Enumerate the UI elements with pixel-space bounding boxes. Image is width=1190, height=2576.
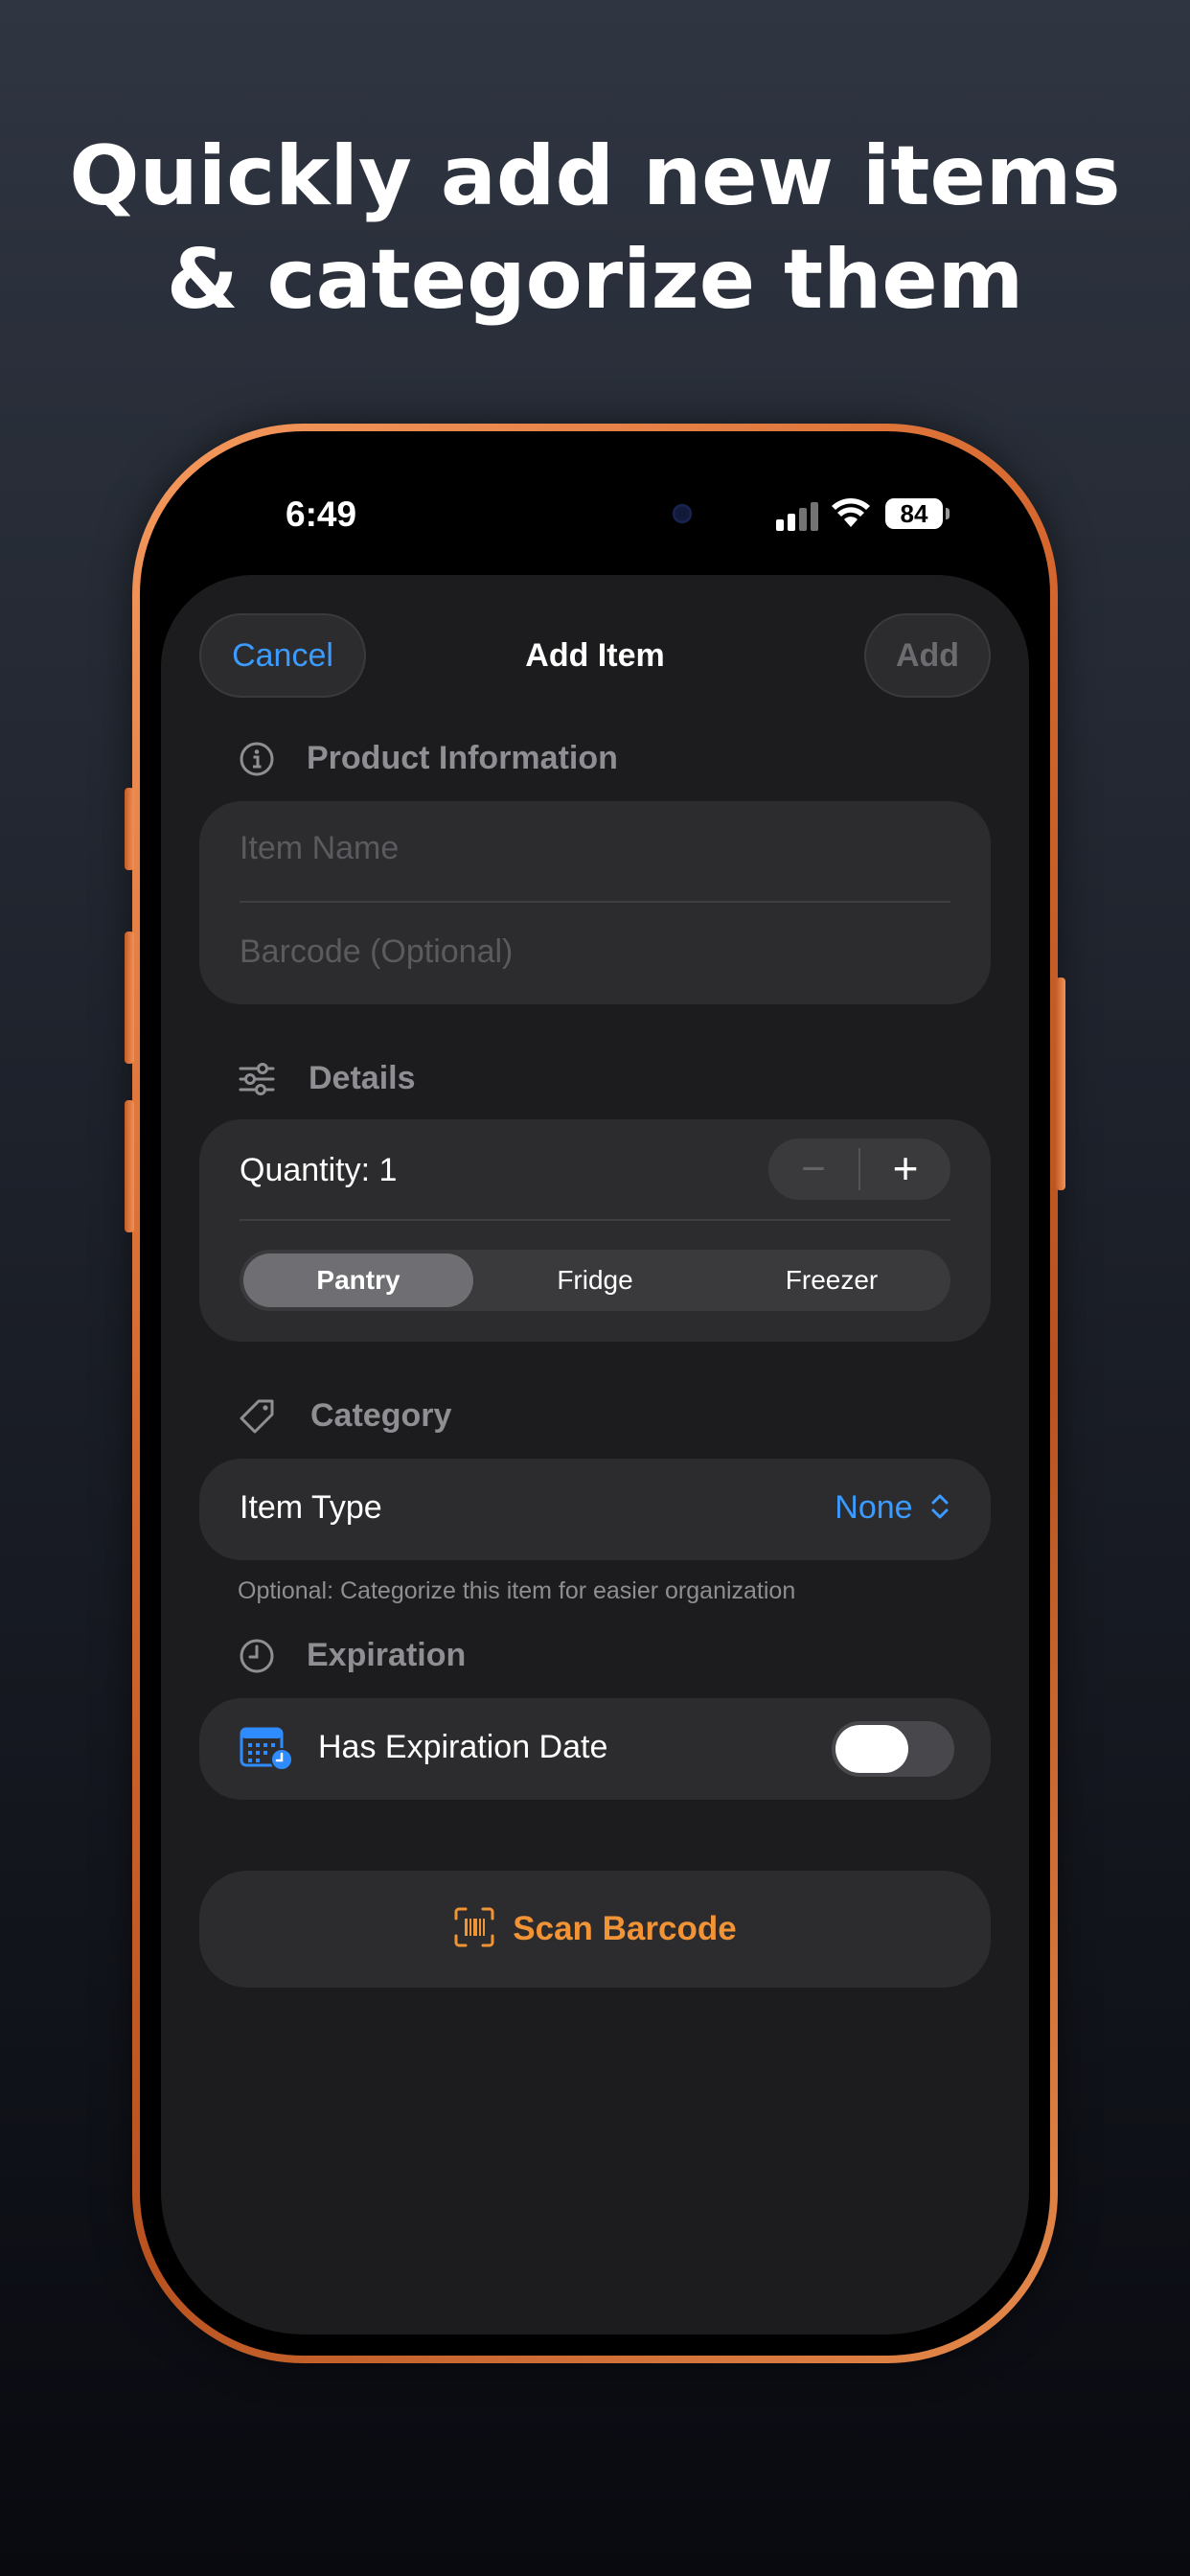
headline: Quickly add new items & categorize them — [0, 125, 1190, 332]
expiration-toggle-label: Has Expiration Date — [318, 1729, 608, 1765]
item-type-row[interactable]: Item Type None — [199, 1459, 991, 1560]
volume-down-button — [125, 1100, 134, 1232]
section-header-label: Expiration — [307, 1637, 467, 1673]
section-header-label: Product Information — [307, 740, 618, 776]
battery-icon: 84 — [885, 498, 950, 529]
status-bar: 6:49 84 — [240, 479, 968, 556]
action-button — [125, 788, 134, 870]
cellular-signal-icon — [776, 502, 818, 531]
segment-pantry[interactable]: Pantry — [243, 1254, 473, 1307]
add-button[interactable]: Add — [864, 613, 991, 698]
add-item-sheet: Cancel Add Item Add Product Information … — [161, 575, 1029, 2334]
status-time: 6:49 — [286, 494, 357, 534]
tag-icon — [240, 1399, 274, 1434]
section-header-label: Category — [310, 1397, 452, 1434]
headline-line-1: Quickly add new items — [69, 128, 1121, 224]
decrement-button[interactable]: − — [768, 1138, 858, 1200]
category-hint: Optional: Categorize this item for easie… — [238, 1577, 796, 1604]
item-name-input[interactable]: Item Name — [240, 830, 399, 867]
scan-barcode-button[interactable]: Scan Barcode — [199, 1871, 991, 1988]
barcode-viewfinder-icon — [454, 1907, 494, 1947]
product-info-card: Item Name Barcode (Optional) — [199, 801, 991, 1004]
barcode-input[interactable]: Barcode (Optional) — [240, 933, 513, 971]
details-card: Quantity: 1 − + Pantry Fridge Freezer — [199, 1119, 991, 1342]
increment-button[interactable]: + — [860, 1138, 950, 1200]
sliders-icon — [239, 1063, 275, 1095]
quantity-stepper[interactable]: − + — [768, 1138, 950, 1200]
quantity-label: Quantity: 1 — [240, 1152, 398, 1188]
item-type-picker[interactable]: None — [835, 1489, 950, 1527]
front-camera-icon — [673, 504, 692, 523]
nav-bar: Cancel Add Item Add — [161, 613, 1029, 700]
item-type-value: None — [835, 1489, 913, 1526]
toggle-knob — [835, 1725, 908, 1773]
item-type-label: Item Type — [240, 1489, 382, 1526]
headline-line-2: & categorize them — [166, 232, 1024, 328]
clock-icon — [240, 1639, 274, 1673]
chevron-up-down-icon — [931, 1494, 949, 1519]
segment-freezer[interactable]: Freezer — [717, 1254, 947, 1307]
power-button — [1056, 978, 1065, 1190]
scan-barcode-label: Scan Barcode — [513, 1910, 737, 1947]
divider — [240, 901, 950, 903]
expiration-row: Has Expiration Date — [199, 1698, 991, 1800]
expiration-toggle[interactable] — [832, 1721, 954, 1777]
info-circle-icon — [240, 742, 274, 776]
wifi-icon — [832, 498, 870, 529]
calendar-clock-icon — [240, 1727, 293, 1771]
volume-up-button — [125, 932, 134, 1064]
section-header-label: Details — [309, 1060, 416, 1096]
divider — [240, 1219, 950, 1221]
location-segmented-control[interactable]: Pantry Fridge Freezer — [240, 1250, 950, 1311]
segment-fridge[interactable]: Fridge — [480, 1254, 710, 1307]
